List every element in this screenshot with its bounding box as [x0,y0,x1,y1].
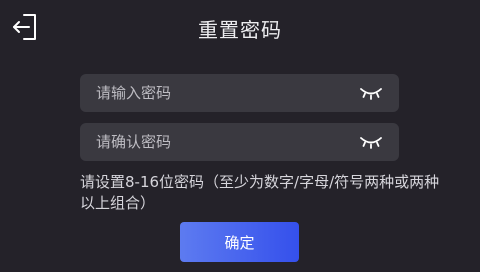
page-title: 重置密码 [198,18,282,42]
confirm-button[interactable]: 确定 [180,222,299,262]
eye-closed-icon[interactable] [359,134,383,150]
password-hint: 请设置8-16位密码（至少为数字/字母/符号两种或两种以上组合） [80,173,440,212]
confirm-password-input[interactable] [80,123,356,161]
password-field-container [80,74,399,112]
confirm-password-field-container [80,123,399,161]
password-input[interactable] [80,74,356,112]
eye-closed-icon[interactable] [359,85,383,101]
